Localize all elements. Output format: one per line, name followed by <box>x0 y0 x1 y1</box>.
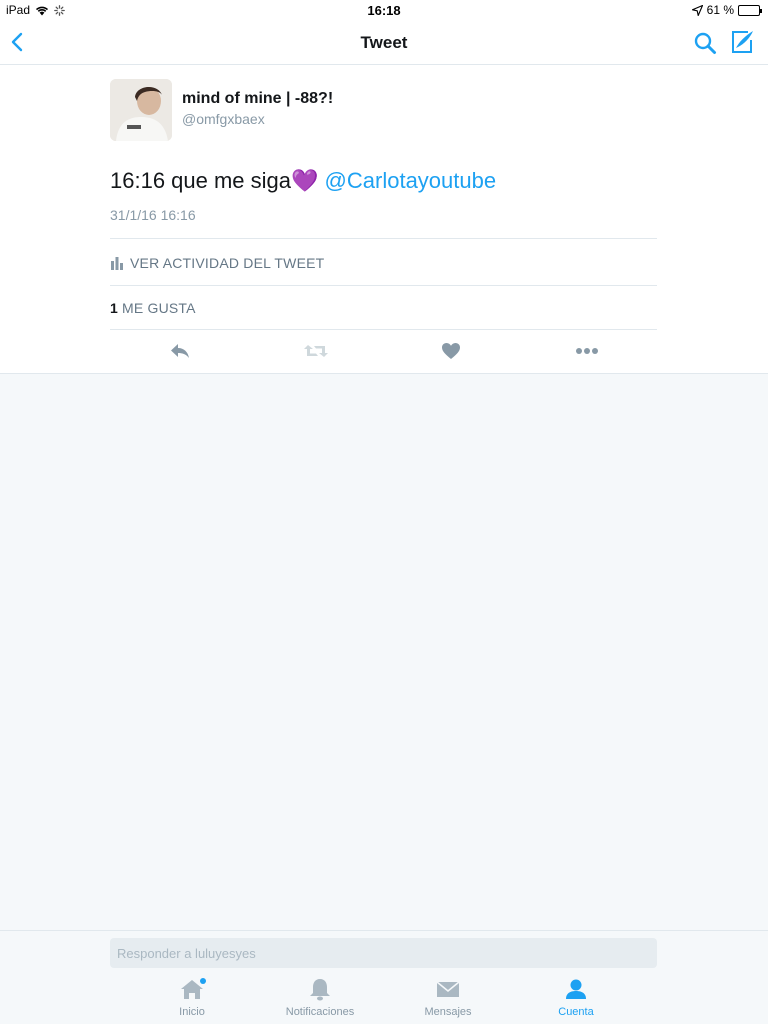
reply-icon <box>171 344 189 358</box>
likes-count: 1 <box>110 300 118 316</box>
author-name[interactable]: mind of mine | -88?! <box>182 90 333 108</box>
tweet-text: 16:16 que me siga💜 @Carlotayoutube <box>110 168 496 194</box>
tweet-body: 16:16 que me siga💜 <box>110 168 319 193</box>
tweet-activity-link[interactable]: VER ACTIVIDAD DEL TWEET <box>110 253 324 273</box>
tab-label: Inicio <box>179 1006 205 1018</box>
tweet-activity-label: VER ACTIVIDAD DEL TWEET <box>130 255 325 271</box>
tweet-timestamp: 31/1/16 16:16 <box>110 207 196 223</box>
status-right: 61 % <box>691 3 762 17</box>
tab-label: Mensajes <box>424 1006 472 1018</box>
status-bar: iPad 16:18 61 % <box>0 0 768 22</box>
divider <box>110 285 657 286</box>
retweet-button[interactable] <box>296 337 336 365</box>
reply-input[interactable]: Responder a luluyesyes <box>110 938 657 968</box>
tab-mensajes[interactable]: Mensajes <box>388 975 508 1023</box>
battery-percent: 61 % <box>706 3 734 17</box>
unread-dot <box>200 978 206 984</box>
author-handle[interactable]: @omfgxbaex <box>182 111 265 127</box>
compose-tweet-icon[interactable] <box>728 28 756 56</box>
battery-icon <box>738 4 762 16</box>
envelope-icon <box>434 975 462 1003</box>
tab-label: Notificaciones <box>285 1006 355 1018</box>
tab-bar: Inicio Notificaciones Mensajes Cuenta <box>0 971 768 1024</box>
avatar[interactable] <box>110 79 172 141</box>
tab-notificaciones[interactable]: Notificaciones <box>260 975 380 1023</box>
search-icon[interactable] <box>692 30 718 56</box>
home-icon <box>178 975 206 1003</box>
likes-label: ME GUSTA <box>122 300 196 316</box>
reply-button[interactable] <box>160 337 200 365</box>
status-time: 16:18 <box>367 3 401 18</box>
location-arrow-icon <box>691 4 703 16</box>
retweet-icon <box>304 345 328 357</box>
person-icon <box>562 975 590 1003</box>
more-dots-icon <box>576 348 598 354</box>
page-title: Tweet <box>360 33 408 52</box>
like-button[interactable] <box>431 337 471 365</box>
divider <box>110 238 657 239</box>
more-button[interactable] <box>567 337 607 365</box>
tab-label: Cuenta <box>558 1006 594 1018</box>
reply-bar: Responder a luluyesyes <box>0 930 768 971</box>
tab-cuenta[interactable]: Cuenta <box>516 975 636 1023</box>
bar-chart-icon <box>111 257 123 270</box>
tweet-actions <box>110 337 657 365</box>
tab-inicio[interactable]: Inicio <box>132 975 252 1023</box>
navigation-bar: Tweet <box>0 22 768 65</box>
avatar-photo <box>110 79 172 141</box>
tweet-detail: mind of mine | -88?! @omfgxbaex 16:16 qu… <box>0 65 768 374</box>
bell-icon <box>306 975 334 1003</box>
divider <box>110 329 657 330</box>
likes-summary[interactable]: 1 ME GUSTA <box>110 300 196 316</box>
heart-icon <box>442 343 460 359</box>
mention-link[interactable]: @Carlotayoutube <box>325 168 497 193</box>
